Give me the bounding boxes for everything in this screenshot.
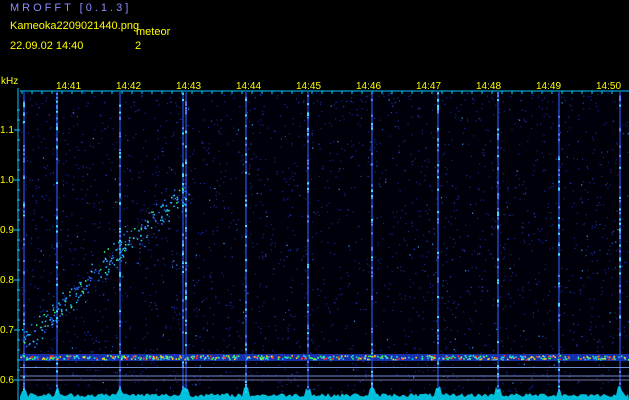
x-tick-label: 14:50 — [596, 81, 621, 92]
x-tick-label: 14:48 — [476, 81, 501, 92]
x-tick-label: 14:42 — [116, 81, 141, 92]
x-tick-label: 14:41 — [56, 81, 81, 92]
x-tick-label: 14:44 — [236, 81, 261, 92]
carrier-band — [20, 354, 629, 381]
y-tick-label: 0.6 — [0, 375, 14, 386]
spectrogram-background — [20, 90, 629, 400]
x-tick-label: 14:49 — [536, 81, 561, 92]
x-tick-label: 14:46 — [356, 81, 381, 92]
y-tick-label: 0.7 — [0, 325, 14, 336]
y-tick-label: 0.8 — [0, 275, 14, 286]
x-tick-label: 14:45 — [296, 81, 321, 92]
y-axis-unit: kHz — [1, 76, 18, 87]
frequency-ticks: 1.1 1.0 0.9 0.8 0.7 0.6 — [0, 109, 20, 386]
y-tick-label: 0.9 — [0, 225, 14, 236]
y-tick-label: 1.0 — [0, 175, 14, 186]
x-tick-label: 14:43 — [176, 81, 201, 92]
spectrogram: kHz 14:41 14:42 14:43 14:44 14:45 14:46 14:47 1… — [0, 76, 629, 400]
x-tick-label: 14:47 — [416, 81, 441, 92]
y-tick-label: 1.1 — [0, 125, 14, 136]
